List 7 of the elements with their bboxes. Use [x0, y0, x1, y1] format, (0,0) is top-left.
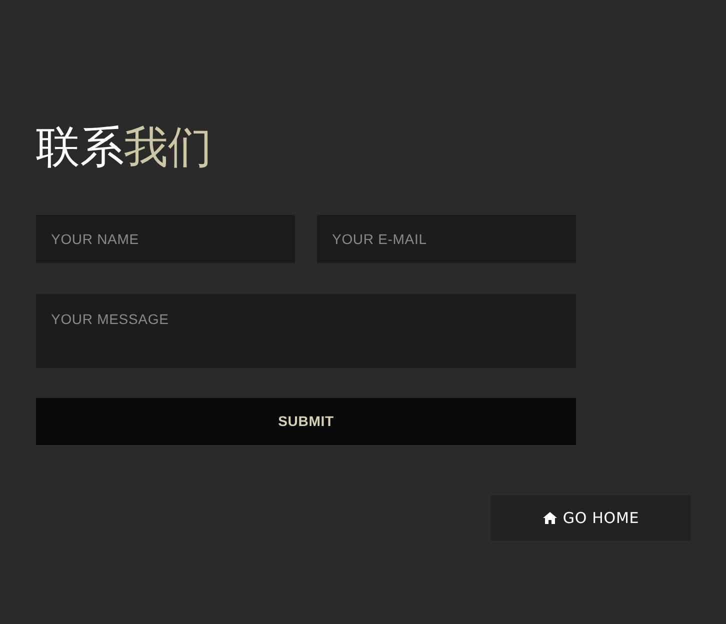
submit-button[interactable]: SUBMIT: [36, 398, 576, 445]
go-home-button[interactable]: GO HOME: [491, 495, 691, 541]
email-field[interactable]: YOUR E-MAIL: [317, 215, 576, 263]
house-icon: [542, 512, 557, 524]
name-field[interactable]: YOUR NAME: [36, 215, 295, 263]
message-field[interactable]: YOUR MESSAGE: [36, 294, 576, 368]
page-heading: 联系我们: [36, 121, 212, 175]
